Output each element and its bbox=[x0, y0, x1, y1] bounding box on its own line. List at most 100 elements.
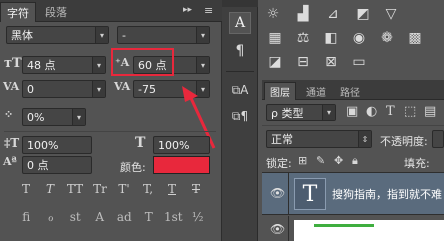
lock-all-icon[interactable]: 🔒︎ bbox=[352, 154, 358, 168]
vertical-scale-value: 100% bbox=[27, 138, 59, 152]
tracking-value: -75 bbox=[138, 82, 156, 96]
filter-pixel-icon[interactable]: ▣ bbox=[346, 104, 358, 119]
layer-filter-select[interactable]: ρ 类型 ▾ bbox=[266, 104, 336, 121]
small-caps-button[interactable]: Tr bbox=[88, 182, 112, 200]
levels-icon[interactable]: ▟ bbox=[294, 6, 312, 22]
chevron-down-icon: ▾ bbox=[95, 27, 108, 43]
lock-pixels-icon[interactable]: ⊞ bbox=[298, 154, 307, 167]
titling-icon[interactable]: A bbox=[88, 210, 113, 224]
ordinal-icon[interactable]: T bbox=[137, 210, 162, 224]
font-style-value: - bbox=[122, 28, 126, 42]
tab-character-label: 字符 bbox=[7, 6, 29, 20]
camera-icon[interactable]: ◉ bbox=[350, 30, 368, 46]
fraction-icon[interactable]: 1st bbox=[161, 210, 186, 224]
paragraph-styles-icon[interactable]: ⧉¶ bbox=[229, 106, 251, 126]
strikethrough-button[interactable]: T bbox=[184, 182, 208, 200]
tab-channels[interactable]: 通道 bbox=[302, 83, 330, 99]
fraction2-icon[interactable]: ½ bbox=[186, 210, 211, 224]
exposure-icon[interactable]: ◩ bbox=[354, 6, 372, 22]
blend-mode-select[interactable]: 正常 ⇕ bbox=[266, 130, 372, 148]
tab-channels-label: 通道 bbox=[306, 87, 326, 99]
character-styles-icon[interactable]: ⧉A bbox=[229, 80, 251, 100]
blend-mode-value: 正常 bbox=[271, 133, 293, 146]
underline-button[interactable]: T bbox=[160, 182, 184, 200]
chevron-down-icon: ▾ bbox=[92, 81, 105, 97]
kerning-value: 0 bbox=[27, 82, 34, 96]
horizontal-scale-value: 100% bbox=[158, 138, 190, 152]
horizontal-scale-icon: T bbox=[135, 135, 146, 151]
layer-row[interactable]: 👁︎ T 搜狗指南，指到就不难 bbox=[262, 173, 444, 215]
channel-mixer-icon[interactable]: ❁ bbox=[378, 30, 396, 46]
font-size-input[interactable]: 48 点 ▾ bbox=[22, 56, 106, 74]
baseline-shift-input[interactable]: 0 点 bbox=[22, 156, 92, 174]
filter-smart-icon[interactable]: ▤ bbox=[424, 104, 436, 119]
layer-row[interactable]: 👁︎ bbox=[262, 216, 444, 241]
gradient-map-icon[interactable]: ▭ bbox=[350, 54, 368, 70]
tab-character[interactable]: 字符 bbox=[0, 2, 36, 22]
all-caps-button[interactable]: TT bbox=[62, 182, 88, 200]
faux-bold-button[interactable]: T bbox=[14, 182, 38, 200]
tab-layers[interactable]: 图层 bbox=[264, 82, 296, 100]
tsume-input[interactable]: 0% ▾ bbox=[22, 108, 86, 126]
contextual-icon[interactable]: ad bbox=[112, 210, 137, 224]
adjustments-panel: ☼ ▟ ⊿ ◩ ▽ ▦ ⚖ ◧ ◉ ❁ ▩ ◪ ⊟ ⊠ ▭ bbox=[258, 0, 444, 78]
ligature-icon[interactable]: fi bbox=[14, 210, 39, 224]
kerning-input[interactable]: 0 ▾ bbox=[22, 80, 106, 98]
layers-divider bbox=[262, 125, 444, 126]
paragraph-panel-button[interactable]: ¶ bbox=[229, 40, 251, 62]
filter-adjust-icon[interactable]: ◐ bbox=[366, 104, 377, 119]
tab-paths[interactable]: 路径 bbox=[336, 83, 364, 99]
divider bbox=[4, 131, 216, 132]
panel-icon-strip: A ¶ ⧉A ⧉¶ bbox=[222, 0, 258, 241]
lookup-icon[interactable]: ▩ bbox=[406, 30, 424, 46]
tab-layers-label: 图层 bbox=[270, 88, 290, 99]
baseline-shift-icon: Aª bbox=[3, 155, 17, 168]
tsume-icon: ⁘ bbox=[4, 108, 14, 121]
text-layer-thumbnail: T bbox=[294, 178, 326, 210]
strip-grip bbox=[222, 0, 258, 7]
chevron-down-icon: ▾ bbox=[196, 27, 209, 43]
chevron-down-icon: ▾ bbox=[72, 109, 85, 125]
tsume-value: 0% bbox=[27, 110, 45, 124]
subscript-button[interactable]: T, bbox=[136, 182, 160, 200]
font-family-select[interactable]: 黑体 ▾ bbox=[6, 26, 109, 44]
lock-paint-icon[interactable]: ✎ bbox=[316, 154, 325, 167]
collapse-icon[interactable]: ▸▸ bbox=[183, 5, 192, 15]
chevron-down-icon: ▾ bbox=[196, 57, 209, 73]
tracking-icon: VA bbox=[114, 80, 131, 93]
hue-icon[interactable]: ▦ bbox=[266, 30, 284, 46]
visibility-eye-icon[interactable]: 👁︎ bbox=[270, 186, 285, 200]
visibility-eye-icon[interactable]: 👁︎ bbox=[270, 222, 285, 236]
horizontal-scale-input[interactable]: 100% bbox=[153, 136, 210, 154]
chevron-down-icon: ▾ bbox=[322, 105, 335, 120]
vibrance-icon[interactable]: ▽ bbox=[382, 6, 400, 22]
superscript-button[interactable]: T' bbox=[112, 182, 136, 200]
layer-thumbnail bbox=[294, 220, 444, 241]
stylistic-icon[interactable]: st bbox=[63, 210, 88, 224]
curves-icon[interactable]: ⊿ bbox=[324, 6, 342, 22]
color-swatch[interactable] bbox=[153, 156, 210, 174]
threshold-icon[interactable]: ⊠ bbox=[322, 54, 340, 70]
swash-icon[interactable]: ℴ bbox=[39, 210, 64, 224]
filter-type-icon[interactable]: T bbox=[386, 104, 395, 119]
bw-icon[interactable]: ◧ bbox=[322, 30, 340, 46]
font-style-select[interactable]: - ▾ bbox=[117, 26, 210, 44]
brightness-icon[interactable]: ☼ bbox=[264, 6, 282, 22]
character-panel-button[interactable]: A bbox=[229, 12, 251, 34]
panel-menu-icon[interactable]: ≡ bbox=[204, 4, 213, 17]
balance-icon[interactable]: ⚖ bbox=[294, 30, 312, 46]
layer-separator bbox=[288, 216, 289, 241]
type-style-row: T T TT Tr T' T, T T bbox=[14, 182, 210, 200]
lock-move-icon[interactable]: ✥ bbox=[334, 154, 343, 167]
tab-paths-label: 路径 bbox=[340, 87, 360, 99]
faux-italic-button[interactable]: T bbox=[38, 182, 62, 200]
baseline-shift-value: 0 点 bbox=[27, 159, 49, 172]
font-size-value: 48 点 bbox=[27, 59, 56, 72]
strip-divider bbox=[226, 71, 254, 72]
tab-paragraph[interactable]: 段落 bbox=[40, 4, 72, 20]
vertical-scale-input[interactable]: 100% bbox=[22, 136, 92, 154]
filter-shape-icon[interactable]: ⬚ bbox=[404, 104, 416, 119]
invert-icon[interactable]: ◪ bbox=[266, 54, 284, 70]
opacity-input[interactable] bbox=[432, 130, 444, 148]
posterize-icon[interactable]: ⊟ bbox=[294, 54, 312, 70]
